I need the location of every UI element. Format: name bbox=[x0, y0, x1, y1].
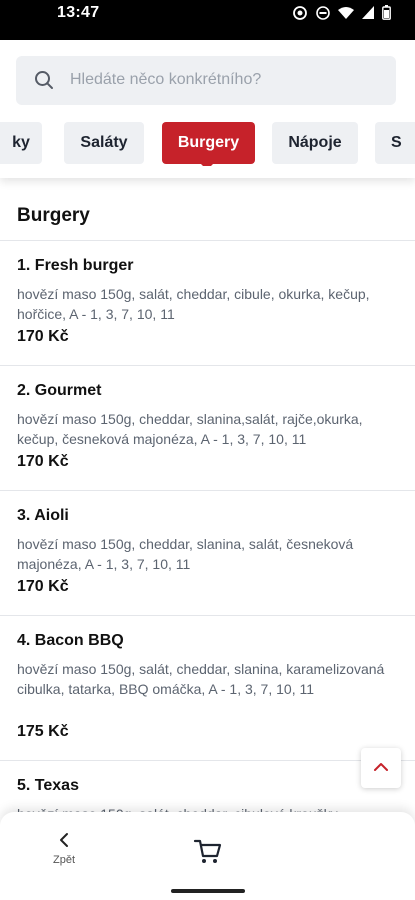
bottom-nav: Zpět bbox=[0, 812, 415, 900]
item-price: 175 Kč bbox=[17, 723, 69, 740]
tab-napoje[interactable]: Nápoje bbox=[272, 122, 358, 164]
list-item[interactable]: 2. Gourmet hovězí maso 150g, cheddar, sl… bbox=[0, 365, 415, 490]
tab-ky[interactable]: ky bbox=[0, 122, 42, 164]
list-item[interactable]: 3. Aioli hovězí maso 150g, cheddar, slan… bbox=[0, 490, 415, 615]
item-description: hovězí maso 150g, cheddar, slanina,salát… bbox=[17, 411, 363, 447]
item-name: 2. Gourmet bbox=[17, 382, 102, 399]
tab-label: ky bbox=[12, 134, 30, 151]
search-input[interactable]: Hledáte něco konkrétního? bbox=[16, 56, 396, 105]
tab-label: Nápoje bbox=[288, 134, 342, 151]
home-indicator bbox=[171, 889, 245, 893]
item-description: hovězí maso 150g, salát, cheddar, slanin… bbox=[17, 661, 385, 697]
tab-next[interactable]: S bbox=[375, 122, 415, 164]
tab-label: S bbox=[391, 134, 402, 151]
search-placeholder: Hledáte něco konkrétního? bbox=[70, 71, 262, 88]
tab-burgery[interactable]: Burgery bbox=[162, 122, 255, 164]
active-tab-pointer bbox=[201, 164, 213, 166]
tab-label: Saláty bbox=[80, 134, 128, 151]
cart-icon bbox=[193, 839, 223, 870]
tab-salaty[interactable]: Saláty bbox=[64, 122, 144, 164]
item-price: 170 Kč bbox=[17, 453, 69, 470]
category-tabs: ky Saláty Burgery Nápoje S bbox=[0, 122, 415, 166]
item-description: hovězí maso 150g, cheddar, slanina, salá… bbox=[17, 536, 354, 572]
section-title: Burgery bbox=[17, 205, 90, 226]
status-bar: 13:47 bbox=[0, 0, 415, 40]
item-price: 170 Kč bbox=[17, 328, 69, 345]
cart-button[interactable] bbox=[193, 836, 225, 868]
wifi-icon bbox=[338, 6, 354, 20]
header: Hledáte něco konkrétního? ky Saláty Burg… bbox=[0, 40, 415, 178]
item-name: 1. Fresh burger bbox=[17, 257, 134, 274]
tab-label: Burgery bbox=[177, 134, 240, 151]
battery-icon bbox=[382, 5, 391, 20]
item-description: hovězí maso 150g, salát, cheddar, cibule… bbox=[17, 286, 370, 322]
do-not-disturb-icon bbox=[316, 5, 330, 20]
chevron-up-icon bbox=[373, 759, 389, 777]
item-name: 3. Aioli bbox=[17, 507, 69, 524]
item-name: 4. Bacon BBQ bbox=[17, 632, 124, 649]
search-icon bbox=[34, 70, 54, 95]
status-icons bbox=[292, 5, 391, 20]
back-label: Zpět bbox=[52, 854, 75, 866]
list-item[interactable]: 4. Bacon BBQ hovězí maso 150g, salát, ch… bbox=[0, 615, 415, 760]
signal-icon bbox=[362, 5, 374, 20]
scroll-to-top-button[interactable] bbox=[361, 748, 401, 788]
item-name: 5. Texas bbox=[17, 777, 79, 794]
back-button[interactable]: Zpět bbox=[44, 830, 84, 874]
status-time: 13:47 bbox=[57, 4, 100, 21]
eye-icon bbox=[292, 5, 308, 20]
item-price: 170 Kč bbox=[17, 578, 69, 595]
list-item[interactable]: 1. Fresh burger hovězí maso 150g, salát,… bbox=[0, 240, 415, 365]
